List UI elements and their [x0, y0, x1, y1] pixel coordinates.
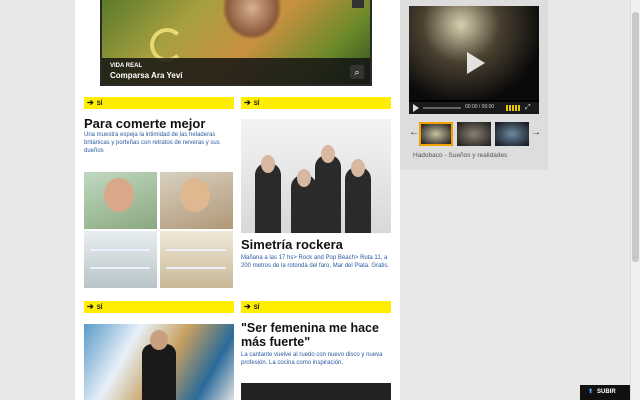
- article-title[interactable]: Simetría rockera: [241, 237, 343, 252]
- article-image-grid[interactable]: [84, 172, 234, 288]
- article-title[interactable]: Para comerte mejor: [84, 116, 205, 131]
- video-caption[interactable]: Hadobaco - Sueños y realidades: [413, 152, 507, 159]
- play-icon[interactable]: [467, 52, 485, 74]
- arrow-right-icon: ➔: [244, 98, 251, 107]
- portrait-image: [160, 172, 233, 229]
- graffiti-photo[interactable]: [84, 324, 234, 400]
- article-title[interactable]: "Ser femenina me hace más fuerte": [241, 321, 396, 349]
- section-tag[interactable]: ➔ SÍ: [241, 97, 391, 109]
- article-summary: Mañana a las 17 hs> Rock and Pop Beach> …: [241, 255, 390, 269]
- section-tag[interactable]: ➔ SÍ: [84, 301, 234, 313]
- back-to-top-button[interactable]: ⬆ SUBIR: [580, 385, 630, 400]
- fridge-image: [84, 231, 157, 288]
- fridge-image: [160, 231, 233, 288]
- arrow-left-icon[interactable]: ←: [409, 127, 419, 138]
- feature-title[interactable]: Comparsa Ara Yeví: [110, 71, 182, 80]
- corner-icon: [352, 0, 364, 8]
- dancer-figure: [222, 0, 282, 40]
- video-controls: 00:00 / 00:00 ⤢: [409, 102, 539, 114]
- subir-label: SUBIR: [597, 389, 616, 395]
- feature-image[interactable]: VIDA REAL Comparsa Ara Yeví ⌕: [100, 0, 372, 86]
- volume-icon[interactable]: [506, 105, 520, 111]
- tag-label: SÍ: [253, 101, 260, 107]
- video-thumbnails: ← →: [409, 120, 541, 148]
- progress-bar[interactable]: [423, 107, 461, 109]
- play-button-icon[interactable]: [413, 104, 419, 112]
- section-tag[interactable]: ➔ SÍ: [241, 301, 391, 313]
- video-thumbnail[interactable]: [419, 122, 453, 146]
- search-icon[interactable]: ⌕: [350, 65, 364, 79]
- video-player[interactable]: 00:00 / 00:00 ⤢: [409, 6, 539, 114]
- arrow-right-icon[interactable]: →: [531, 127, 541, 138]
- fullscreen-icon[interactable]: ⤢: [525, 104, 531, 112]
- scrollbar-thumb[interactable]: [632, 12, 639, 262]
- article-image[interactable]: [241, 383, 391, 400]
- tag-label: SÍ: [253, 305, 260, 311]
- tag-label: SÍ: [96, 101, 103, 107]
- scrollbar[interactable]: [630, 0, 640, 400]
- arrow-right-icon: ➔: [87, 98, 94, 107]
- band-photo[interactable]: [241, 119, 391, 233]
- swirl-decoration: [150, 28, 184, 62]
- arrow-up-icon: ⬆: [588, 389, 594, 395]
- time-display: 00:00 / 00:00: [465, 104, 495, 110]
- article-summary: Una muestra espeja la intimidad de las h…: [84, 132, 220, 154]
- feature-kicker: VIDA REAL: [110, 63, 143, 69]
- video-thumbnail[interactable]: [457, 122, 491, 146]
- portrait-image: [84, 172, 157, 229]
- arrow-right-icon: ➔: [244, 302, 251, 311]
- arrow-right-icon: ➔: [87, 302, 94, 311]
- video-thumbnail[interactable]: [495, 122, 529, 146]
- article-summary: La cantante vuelve al ruedo con nuevo di…: [241, 352, 383, 366]
- tag-label: SÍ: [96, 305, 103, 311]
- section-tag[interactable]: ➔ SÍ: [84, 97, 234, 109]
